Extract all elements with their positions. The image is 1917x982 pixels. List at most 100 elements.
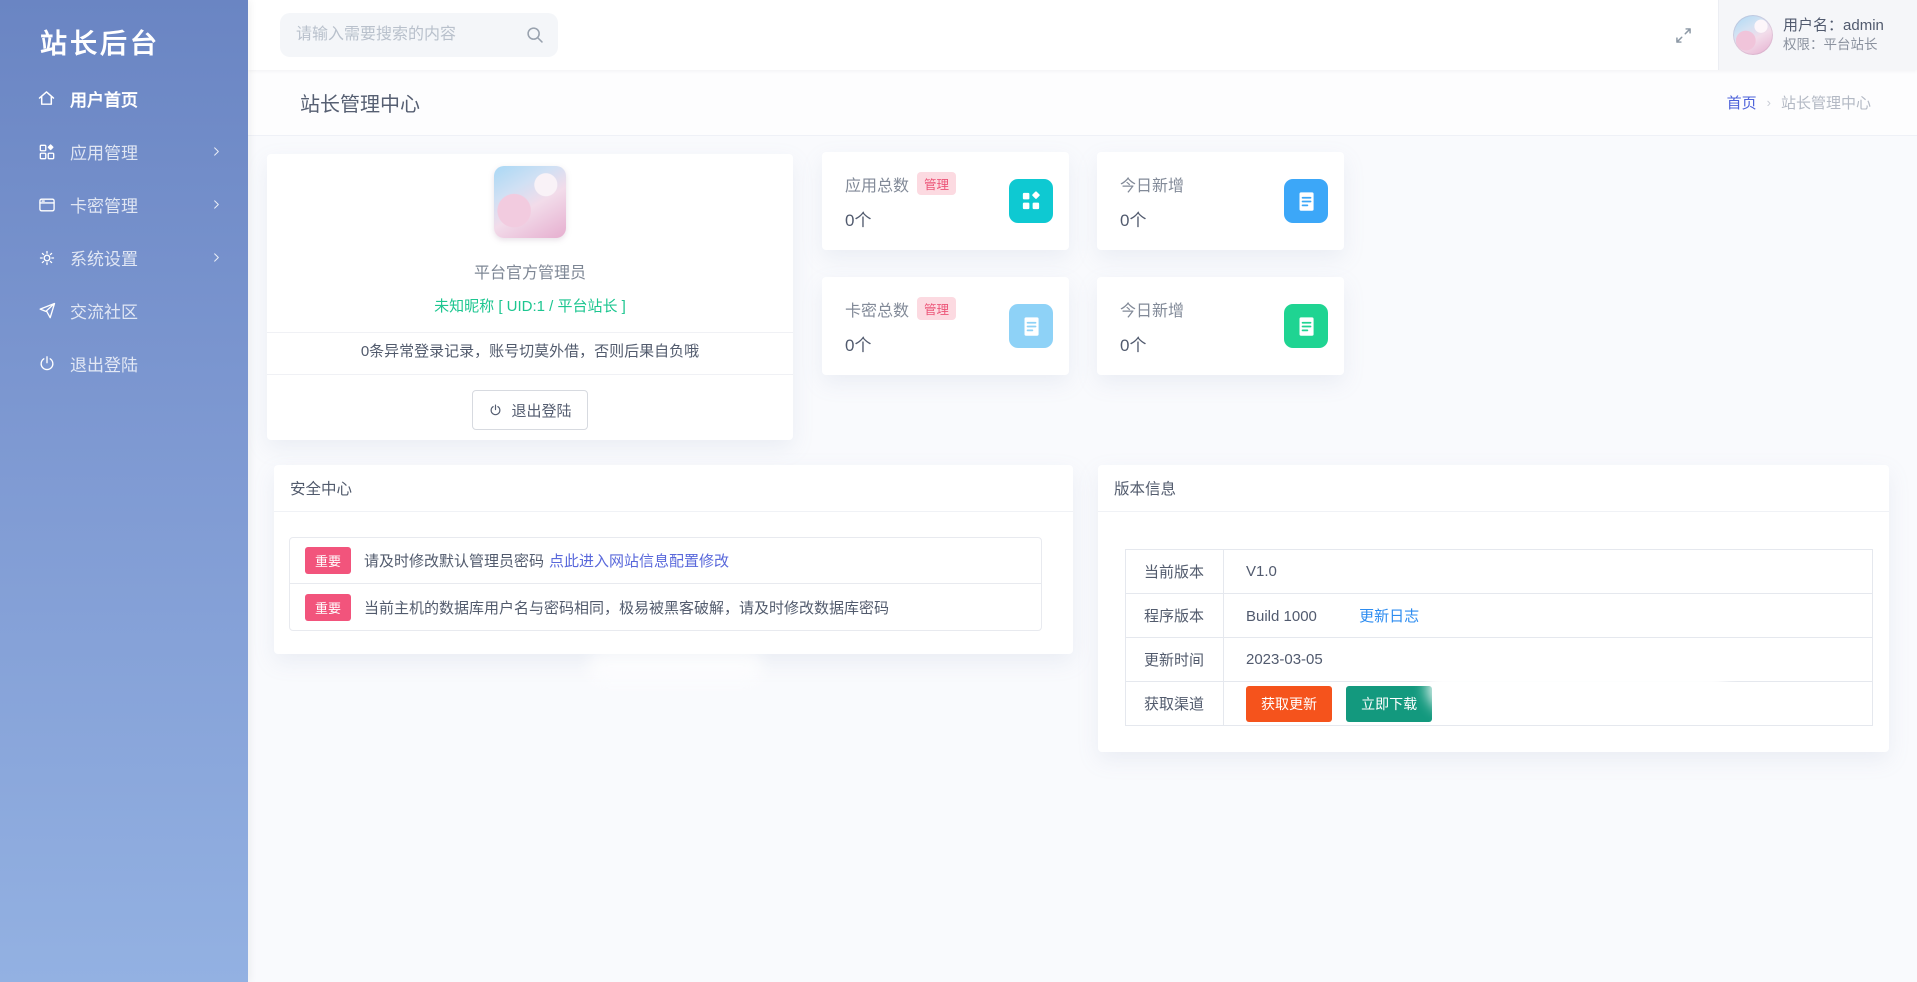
breadcrumb-separator: › — [1766, 95, 1771, 110]
power-icon — [36, 353, 57, 374]
role-label: 权限： — [1783, 37, 1824, 53]
profile-avatar — [494, 166, 566, 238]
get-update-button[interactable]: 获取更新 — [1246, 685, 1332, 722]
sidebar-item-card-management[interactable]: 卡密管理 — [0, 178, 248, 231]
user-menu[interactable]: 用户名：admin 权限：平台站长 — [1718, 0, 1917, 70]
version-info-card: 版本信息 当前版本 V1.0 程序版本 Build 1000 更新日志 更新时间… — [1098, 465, 1889, 752]
topbar: 用户名：admin 权限：平台站长 — [248, 0, 1917, 70]
breadcrumb: 首页 › 站长管理中心 — [1727, 92, 1871, 113]
document-icon — [1284, 179, 1328, 223]
apps-grid-icon — [1009, 179, 1053, 223]
security-item-text: 当前主机的数据库用户名与密码相同，极易被黑客破解，请及时修改数据库密码 — [364, 599, 890, 617]
manage-badge[interactable]: 管理 — [917, 297, 957, 320]
version-table: 当前版本 V1.0 程序版本 Build 1000 更新日志 更新时间 2023… — [1125, 549, 1873, 726]
build-version-value: Build 1000 更新日志 — [1223, 593, 1873, 638]
table-row: 获取渠道 获取更新 立即下载 — [1125, 681, 1873, 726]
page-title: 站长管理中心 — [300, 94, 420, 116]
sidebar-item-system-settings[interactable]: 系统设置 — [0, 231, 248, 284]
power-icon — [488, 403, 503, 418]
stat-card-apps-total: 应用总数 管理 0个 — [822, 152, 1069, 250]
avatar — [1733, 15, 1773, 55]
profile-card: 平台官方管理员 未知昵称 [ UID:1 / 平台站长 ] 0条异常登录记录，账… — [267, 154, 793, 440]
update-date-value: 2023-03-05 — [1223, 637, 1873, 682]
card-window-icon — [36, 194, 57, 215]
version-info-title: 版本信息 — [1098, 465, 1889, 512]
profile-role-title: 平台官方管理员 — [473, 265, 586, 282]
build-number: Build 1000 — [1246, 608, 1317, 625]
home-icon — [36, 88, 57, 109]
sidebar-item-community[interactable]: 交流社区 — [0, 284, 248, 337]
paper-plane-icon — [36, 300, 57, 321]
version-row-label: 更新时间 — [1125, 637, 1224, 682]
stat-label: 今日新增 — [1120, 177, 1185, 195]
app-title: 站长后台 — [40, 29, 160, 59]
sidebar-item-label: 用户首页 — [70, 91, 138, 110]
sidebar-item-label: 应用管理 — [70, 144, 138, 163]
stat-info: 应用总数 管理 0个 — [845, 172, 957, 231]
document-icon — [1284, 304, 1328, 348]
stat-label: 今日新增 — [1120, 302, 1185, 320]
blur-overlay — [588, 651, 763, 681]
breadcrumb-current: 站长管理中心 — [1780, 95, 1871, 112]
search-input[interactable] — [280, 13, 558, 57]
table-row: 当前版本 V1.0 — [1125, 549, 1873, 594]
stat-value: 0个 — [845, 335, 872, 355]
apps-icon — [36, 141, 57, 162]
table-row: 程序版本 Build 1000 更新日志 — [1125, 593, 1873, 638]
stat-info: 今日新增 0个 — [1120, 297, 1184, 356]
divider — [267, 332, 793, 333]
sidebar-item-app-management[interactable]: 应用管理 — [0, 125, 248, 178]
security-list: 重要 请及时修改默认管理员密码 点此进入网站信息配置修改 重要 当前主机的数据库… — [289, 537, 1042, 631]
sidebar-item-user-home[interactable]: 用户首页 — [0, 72, 248, 125]
sidebar: 站长后台 用户首页 应用管理 卡密管理 系统设置 交流社区 退出登陆 — [0, 0, 248, 982]
current-version-value: V1.0 — [1223, 549, 1873, 594]
security-item-text: 请及时修改默认管理员密码 — [364, 553, 545, 570]
site-config-link[interactable]: 点此进入网站信息配置修改 — [549, 550, 729, 571]
version-row-label: 程序版本 — [1125, 593, 1224, 638]
sidebar-item-label: 卡密管理 — [70, 197, 138, 216]
sidebar-item-label: 系统设置 — [70, 250, 138, 269]
version-row-label: 当前版本 — [1125, 549, 1224, 594]
topbar-right: 用户名：admin 权限：平台站长 — [1673, 0, 1917, 70]
breadcrumb-home[interactable]: 首页 — [1727, 92, 1757, 113]
page-header: 站长管理中心 首页 › 站长管理中心 — [248, 70, 1917, 136]
username-label: 用户名： — [1783, 17, 1844, 35]
login-notice: 0条异常登录记录，账号切莫外借，否则后果自负哦 — [360, 343, 700, 360]
role-value: 平台站长 — [1823, 37, 1878, 53]
important-badge: 重要 — [305, 547, 352, 574]
sidebar-item-logout[interactable]: 退出登陆 — [0, 337, 248, 390]
stat-info: 今日新增 0个 — [1120, 172, 1184, 231]
security-item: 重要 请及时修改默认管理员密码 点此进入网站信息配置修改 — [290, 538, 1041, 584]
changelog-link[interactable]: 更新日志 — [1359, 608, 1419, 625]
stat-value: 0个 — [845, 210, 872, 230]
username-value: admin — [1843, 17, 1884, 35]
logout-button[interactable]: 退出登陆 — [472, 390, 588, 430]
stat-label: 卡密总数 — [845, 302, 910, 320]
sidebar-item-label: 退出登陆 — [70, 356, 138, 375]
sidebar-item-label: 交流社区 — [70, 303, 138, 322]
table-row: 更新时间 2023-03-05 — [1125, 637, 1873, 682]
document-icon — [1009, 304, 1053, 348]
fullscreen-icon[interactable] — [1673, 25, 1694, 46]
search-icon[interactable] — [524, 24, 546, 46]
chevron-right-icon — [211, 199, 222, 210]
stat-info: 卡密总数 管理 0个 — [845, 297, 957, 356]
manage-badge[interactable]: 管理 — [917, 172, 957, 195]
chevron-right-icon — [211, 252, 222, 263]
security-center-title: 安全中心 — [274, 465, 1073, 512]
stat-value: 0个 — [1120, 335, 1147, 355]
important-badge: 重要 — [305, 593, 352, 621]
divider — [267, 374, 793, 375]
gear-icon — [36, 247, 57, 268]
user-info: 用户名：admin 权限：平台站长 — [1783, 15, 1884, 55]
logout-button-label: 退出登陆 — [511, 402, 572, 420]
stat-value: 0个 — [1120, 210, 1147, 230]
download-now-button[interactable]: 立即下载 — [1346, 685, 1433, 722]
channel-buttons-cell: 获取更新 立即下载 — [1223, 681, 1873, 726]
sidebar-menu: 用户首页 应用管理 卡密管理 系统设置 交流社区 退出登陆 — [0, 72, 248, 390]
stat-card-cards-total: 卡密总数 管理 0个 — [822, 277, 1069, 375]
stat-card-cards-today: 今日新增 0个 — [1097, 277, 1344, 375]
security-center-card: 安全中心 重要 请及时修改默认管理员密码 点此进入网站信息配置修改 重要 当前主… — [274, 465, 1073, 654]
chevron-right-icon — [211, 146, 222, 157]
stat-card-apps-today: 今日新增 0个 — [1097, 152, 1344, 250]
